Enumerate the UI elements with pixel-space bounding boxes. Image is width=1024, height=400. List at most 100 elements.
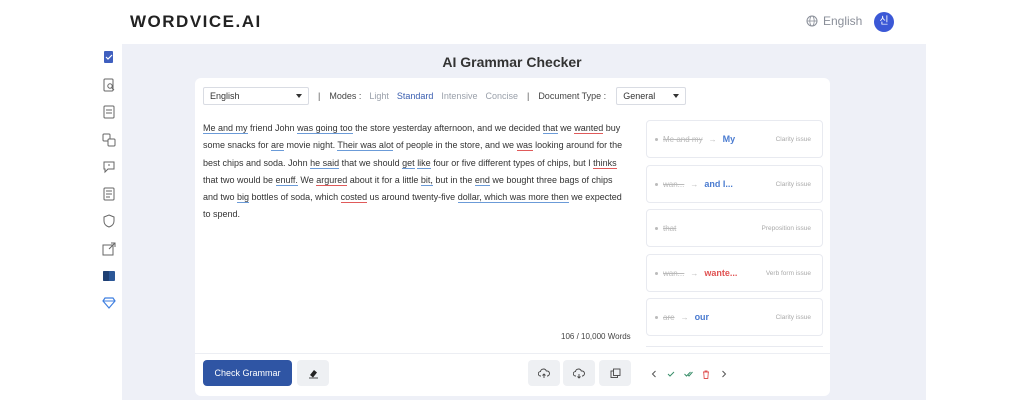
search-document-icon[interactable] — [102, 78, 116, 92]
chat-icon[interactable] — [102, 160, 116, 174]
translate-icon[interactable] — [102, 133, 116, 147]
top-bar: WORDVICE.AI English 신 — [0, 0, 1024, 44]
language-select-value: English — [210, 91, 240, 101]
flagged-phrase[interactable]: wanted — [574, 123, 604, 134]
document-type-select[interactable]: General — [616, 87, 687, 105]
document-type-label: Document Type : — [538, 91, 607, 101]
arrow-right-icon: → — [690, 268, 699, 278]
list-icon[interactable] — [102, 105, 116, 119]
diamond-icon[interactable] — [102, 296, 116, 310]
modes-label: Modes : — [329, 91, 362, 101]
arrow-right-icon: → — [680, 312, 689, 322]
suggestion-card[interactable]: that Preposition issue — [646, 209, 823, 247]
divider — [195, 353, 830, 354]
accept-suggestion-button[interactable] — [665, 368, 677, 380]
bullet-icon — [655, 315, 658, 319]
language-selector[interactable]: English — [806, 14, 862, 28]
mode-intensive[interactable]: Intensive — [441, 91, 477, 101]
mode-light[interactable]: Light — [369, 91, 389, 101]
mode-concise[interactable]: Concise — [485, 91, 518, 101]
upload-button[interactable] — [528, 360, 560, 386]
flagged-phrase[interactable]: was going too — [297, 123, 353, 134]
arrow-right-icon: → — [708, 134, 717, 144]
chevron-right-icon — [722, 370, 727, 378]
flagged-phrase[interactable]: like — [417, 157, 431, 169]
divider: | — [526, 91, 530, 101]
mode-standard[interactable]: Standard — [397, 91, 434, 101]
suggestion-list[interactable]: Me and my → My Clarity issue wan... → an… — [646, 120, 823, 348]
sidebar — [96, 44, 122, 400]
suggestion-fix: and I... — [704, 179, 733, 189]
flagged-phrase[interactable]: are — [271, 140, 285, 152]
trash-icon — [703, 370, 709, 379]
suggestion-card-peek — [646, 346, 823, 348]
chevron-left-icon — [651, 370, 656, 378]
flagged-phrase[interactable]: argured — [316, 174, 348, 186]
suggestion-issue: Clarity issue — [775, 135, 811, 143]
flagged-phrase[interactable]: he said — [310, 157, 340, 169]
language-select[interactable]: English — [203, 87, 309, 105]
eraser-button[interactable] — [297, 360, 329, 386]
download-button[interactable] — [563, 360, 595, 386]
toolbar: English | Modes : Light Standard Intensi… — [203, 87, 687, 105]
flagged-phrase[interactable]: Their was alot — [337, 140, 394, 152]
word-icon[interactable] — [102, 269, 116, 283]
flagged-phrase[interactable]: thinks — [593, 157, 617, 169]
flagged-phrase[interactable]: bit, — [420, 174, 433, 186]
flagged-phrase[interactable]: get — [402, 157, 415, 169]
suggestion-fix: our — [694, 312, 710, 322]
suggestion-original: wan... — [663, 268, 685, 278]
bullet-icon — [655, 137, 658, 141]
suggestion-original: wan... — [663, 179, 685, 189]
copy-button[interactable] — [599, 360, 631, 386]
document-type-value: General — [623, 91, 656, 101]
flagged-phrase[interactable]: enuff. — [275, 174, 298, 186]
chevron-down-icon — [296, 94, 302, 98]
document-check-icon[interactable] — [102, 50, 116, 64]
suggestion-card[interactable]: Me and my → My Clarity issue — [646, 120, 823, 158]
check-icon — [667, 371, 675, 377]
next-suggestion-button[interactable] — [718, 368, 730, 380]
export-icon[interactable] — [102, 242, 116, 256]
bullet-icon — [655, 182, 658, 186]
flagged-phrase[interactable]: big — [237, 192, 250, 204]
copy-icon — [610, 368, 620, 378]
bullet-icon — [655, 271, 658, 275]
suggestion-original: Me and my — [663, 134, 703, 144]
flagged-phrase[interactable]: Me and my — [203, 123, 248, 134]
suggestion-fix: My — [722, 134, 736, 144]
cloud-upload-icon — [538, 368, 550, 378]
shield-icon[interactable] — [102, 214, 116, 228]
summary-icon[interactable] — [102, 187, 116, 201]
suggestion-card[interactable]: wan... → and I... Clarity issue — [646, 165, 823, 203]
accept-all-button[interactable] — [682, 368, 694, 380]
previous-suggestion-button[interactable] — [648, 368, 660, 380]
flagged-phrase[interactable]: was — [516, 140, 533, 152]
double-check-icon — [683, 371, 693, 377]
arrow-right-icon: → — [690, 179, 699, 189]
suggestion-original: are — [663, 312, 675, 322]
flagged-phrase[interactable]: dollar, which was more then — [457, 192, 569, 204]
suggestion-issue: Verb form issue — [765, 269, 811, 277]
delete-suggestion-button[interactable] — [700, 368, 712, 380]
bullet-icon — [655, 226, 658, 230]
suggestion-card[interactable]: are → our Clarity issue — [646, 298, 823, 336]
eraser-icon — [308, 369, 318, 378]
chevron-down-icon — [673, 94, 680, 98]
grammar-card: English | Modes : Light Standard Intensi… — [195, 78, 830, 396]
flagged-phrase[interactable]: costed — [340, 192, 368, 204]
suggestion-fix: wante... — [704, 268, 738, 278]
workspace: AI Grammar Checker English | Modes : Lig… — [122, 44, 926, 400]
suggestion-card[interactable]: wan... → wante... Verb form issue — [646, 254, 823, 292]
suggestion-original: that — [663, 223, 677, 233]
flagged-phrase[interactable]: that — [542, 123, 558, 134]
check-grammar-button[interactable]: Check Grammar — [203, 360, 292, 386]
suggestion-issue: Clarity issue — [775, 180, 811, 188]
flagged-phrase[interactable]: end — [474, 174, 490, 186]
suggestion-issue: Preposition issue — [761, 224, 812, 232]
globe-icon — [806, 15, 818, 27]
suggestion-issue: Clarity issue — [775, 313, 811, 321]
logo[interactable]: WORDVICE.AI — [130, 12, 262, 32]
avatar[interactable]: 신 — [874, 12, 894, 32]
text-editor[interactable]: Me and my friend John was going too the … — [203, 120, 623, 224]
